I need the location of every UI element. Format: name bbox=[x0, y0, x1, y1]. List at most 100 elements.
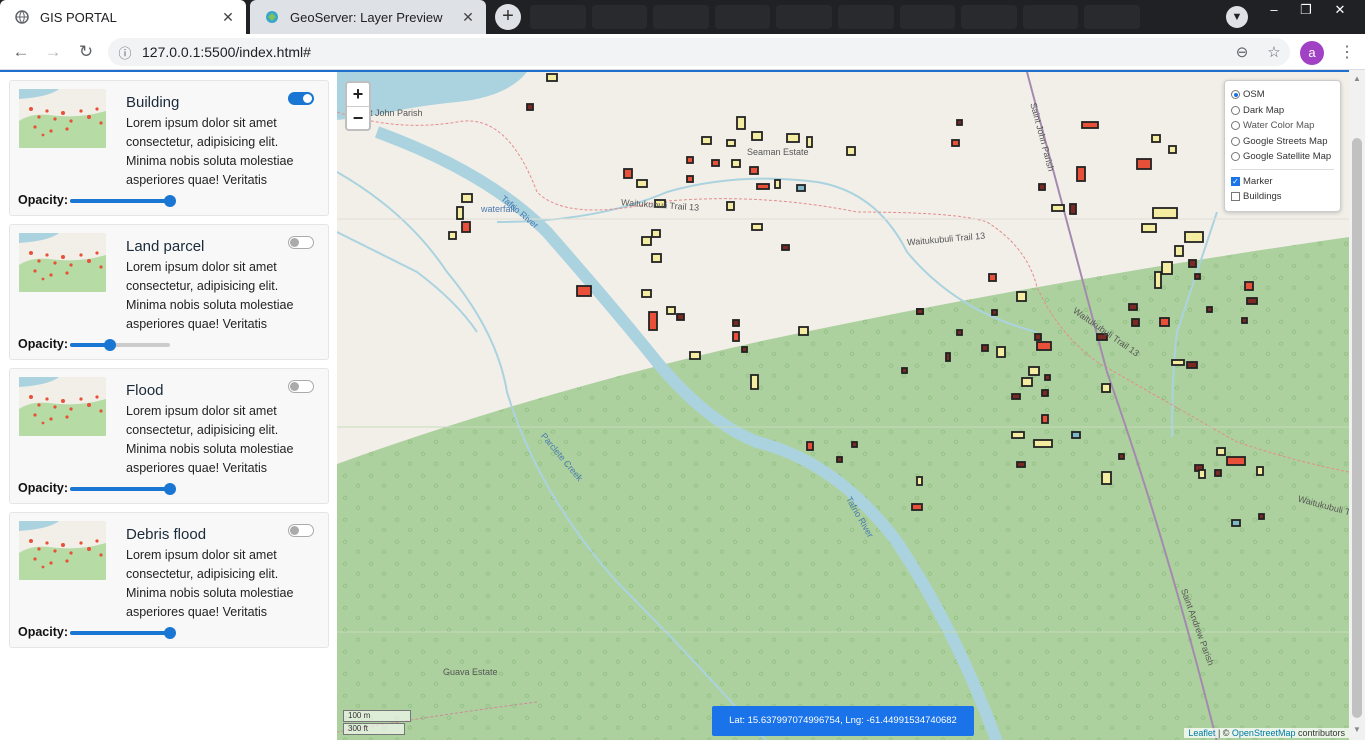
layer-thumbnail bbox=[19, 233, 106, 292]
maximize-button[interactable]: ❐ bbox=[1290, 0, 1322, 22]
checkbox[interactable]: ✓ bbox=[1231, 176, 1240, 186]
scrollbar-thumb[interactable] bbox=[1352, 138, 1362, 718]
layer-thumbnail bbox=[19, 377, 106, 436]
map-attribution: Leaflet | © OpenStreetMap contributors bbox=[1184, 728, 1349, 738]
map-view[interactable]: Seaman Estate Guava Estate Waitukubuli T… bbox=[337, 70, 1349, 740]
radio-button[interactable] bbox=[1231, 121, 1240, 131]
tab-geoserver[interactable]: GeoServer: Layer Preview ✕ bbox=[250, 0, 486, 34]
basemap-option[interactable]: Water Color Map bbox=[1231, 118, 1340, 134]
opacity-slider-handle[interactable] bbox=[104, 339, 116, 351]
tab-title: GIS PORTAL bbox=[40, 9, 117, 25]
layer-card: Building Lorem ipsum dolor sit amet cons… bbox=[9, 80, 329, 216]
basemap-label: Google Streets Map bbox=[1243, 135, 1328, 147]
map-label-parish: nt John Parish bbox=[365, 108, 423, 118]
basemap-option[interactable]: OSM bbox=[1231, 87, 1340, 103]
scale-imperial: 300 ft bbox=[343, 723, 405, 735]
toggle-knob bbox=[290, 238, 299, 247]
close-tab-icon[interactable]: ✕ bbox=[220, 9, 236, 26]
close-window-button[interactable]: ✕ bbox=[1324, 0, 1356, 22]
minimize-button[interactable]: – bbox=[1258, 0, 1290, 22]
layer-sidebar: Building Lorem ipsum dolor sit amet cons… bbox=[0, 70, 337, 740]
browser-menu-icon[interactable]: ⋮ bbox=[1337, 41, 1357, 65]
layer-switcher: OSM Dark Map Water Color Map Google Streets… bbox=[1224, 80, 1341, 212]
basemap-label: Dark Map bbox=[1243, 104, 1285, 116]
page: Building Lorem ipsum dolor sit amet cons… bbox=[0, 70, 1365, 740]
basemap-option[interactable]: Google Satellite Map bbox=[1231, 149, 1340, 165]
tab-search-icon[interactable]: ▼ bbox=[1226, 6, 1248, 28]
overlay-label: Buildings bbox=[1243, 191, 1282, 203]
layer-description: Lorem ipsum dolor sit amet consectetur, … bbox=[126, 548, 294, 619]
leaflet-link[interactable]: Leaflet bbox=[1188, 728, 1215, 738]
radio-button[interactable] bbox=[1231, 152, 1240, 162]
opacity-slider-fill bbox=[70, 487, 170, 491]
scale-metric: 100 m bbox=[343, 710, 411, 722]
layer-description: Lorem ipsum dolor sit amet consectetur, … bbox=[126, 116, 294, 187]
opacity-label: Opacity: bbox=[18, 337, 69, 351]
reload-icon[interactable]: ↻ bbox=[74, 40, 98, 64]
overlay-label: Marker bbox=[1243, 175, 1273, 187]
layer-visibility-toggle[interactable] bbox=[288, 380, 314, 393]
zoom-out-button[interactable]: − bbox=[347, 106, 369, 129]
opacity-slider-handle[interactable] bbox=[164, 483, 176, 495]
checkbox[interactable] bbox=[1231, 192, 1240, 202]
profile-avatar[interactable]: a bbox=[1300, 41, 1324, 65]
overlay-option[interactable]: Buildings bbox=[1231, 189, 1340, 205]
info-icon[interactable]: ⓘ bbox=[108, 43, 142, 62]
browser-tab-bar: GIS PORTAL ✕ GeoServer: Layer Preview ✕ … bbox=[0, 0, 1365, 34]
toggle-knob bbox=[303, 94, 312, 103]
map-label-estate: Guava Estate bbox=[443, 667, 498, 677]
layer-visibility-toggle[interactable] bbox=[288, 92, 314, 105]
toggle-knob bbox=[290, 526, 299, 535]
address-bar[interactable]: ⓘ 127.0.0.1:5500/index.html# ⊖ ☆ bbox=[108, 38, 1290, 66]
url-text[interactable]: 127.0.0.1:5500/index.html# bbox=[142, 44, 1226, 60]
layer-description: Lorem ipsum dolor sit amet consectetur, … bbox=[126, 404, 294, 475]
globe-icon bbox=[14, 9, 30, 25]
osm-link[interactable]: OpenStreetMap bbox=[1232, 728, 1296, 738]
radio-button[interactable] bbox=[1231, 90, 1240, 100]
opacity-slider[interactable] bbox=[70, 339, 170, 351]
layer-visibility-toggle[interactable] bbox=[288, 236, 314, 249]
new-tab-button[interactable]: + bbox=[495, 4, 521, 30]
opacity-label: Opacity: bbox=[18, 625, 69, 639]
layer-title: Land parcel bbox=[126, 238, 205, 255]
page-scrollbar[interactable]: ▲ ▼ bbox=[1349, 70, 1365, 740]
basemap-option[interactable]: Google Streets Map bbox=[1231, 134, 1340, 150]
basemap-label: Water Color Map bbox=[1243, 120, 1315, 132]
radio-button[interactable] bbox=[1231, 105, 1240, 115]
forward-icon[interactable]: → bbox=[41, 40, 65, 64]
address-toolbar: ← → ↻ ⓘ 127.0.0.1:5500/index.html# ⊖ ☆ bbox=[0, 34, 1365, 70]
zoom-icon[interactable]: ⊖ bbox=[1226, 43, 1258, 61]
layer-card: Debris flood Lorem ipsum dolor sit amet … bbox=[9, 512, 329, 648]
radio-button[interactable] bbox=[1231, 136, 1240, 146]
scroll-down-icon[interactable]: ▼ bbox=[1353, 725, 1361, 734]
coordinate-readout: Lat: 15.637997074996754, Lng: -61.449915… bbox=[712, 706, 974, 736]
layer-thumbnail bbox=[19, 89, 106, 148]
opacity-slider[interactable] bbox=[70, 483, 176, 495]
opacity-slider[interactable] bbox=[70, 627, 176, 639]
zoom-in-button[interactable]: + bbox=[347, 83, 369, 106]
layer-title: Building bbox=[126, 94, 180, 111]
bookmark-star-icon[interactable]: ☆ bbox=[1258, 43, 1290, 61]
opacity-slider-handle[interactable] bbox=[164, 195, 176, 207]
basemap-option[interactable]: Dark Map bbox=[1231, 103, 1340, 119]
tab-title: GeoServer: Layer Preview bbox=[290, 9, 443, 25]
basemap-label: OSM bbox=[1243, 89, 1265, 101]
opacity-slider[interactable] bbox=[70, 195, 176, 207]
opacity-slider-fill bbox=[70, 631, 170, 635]
scroll-up-icon[interactable]: ▲ bbox=[1353, 74, 1361, 83]
opacity-slider-handle[interactable] bbox=[164, 627, 176, 639]
close-tab-icon[interactable]: ✕ bbox=[460, 9, 476, 26]
basemap-label: Google Satellite Map bbox=[1243, 151, 1332, 163]
zoom-control: + − bbox=[345, 81, 371, 131]
layer-visibility-toggle[interactable] bbox=[288, 524, 314, 537]
overlay-option[interactable]: ✓ Marker bbox=[1231, 174, 1340, 190]
back-icon[interactable]: ← bbox=[9, 40, 33, 64]
geoserver-icon bbox=[264, 9, 280, 25]
map-label-estate: Seaman Estate bbox=[747, 147, 809, 157]
layer-card: Land parcel Lorem ipsum dolor sit amet c… bbox=[9, 224, 329, 360]
opacity-label: Opacity: bbox=[18, 481, 69, 495]
tab-gis-portal[interactable]: GIS PORTAL ✕ bbox=[0, 0, 246, 34]
map-label-waterfall: waterfall bbox=[481, 204, 515, 214]
layer-title: Flood bbox=[126, 382, 164, 399]
layer-thumbnail bbox=[19, 521, 106, 580]
